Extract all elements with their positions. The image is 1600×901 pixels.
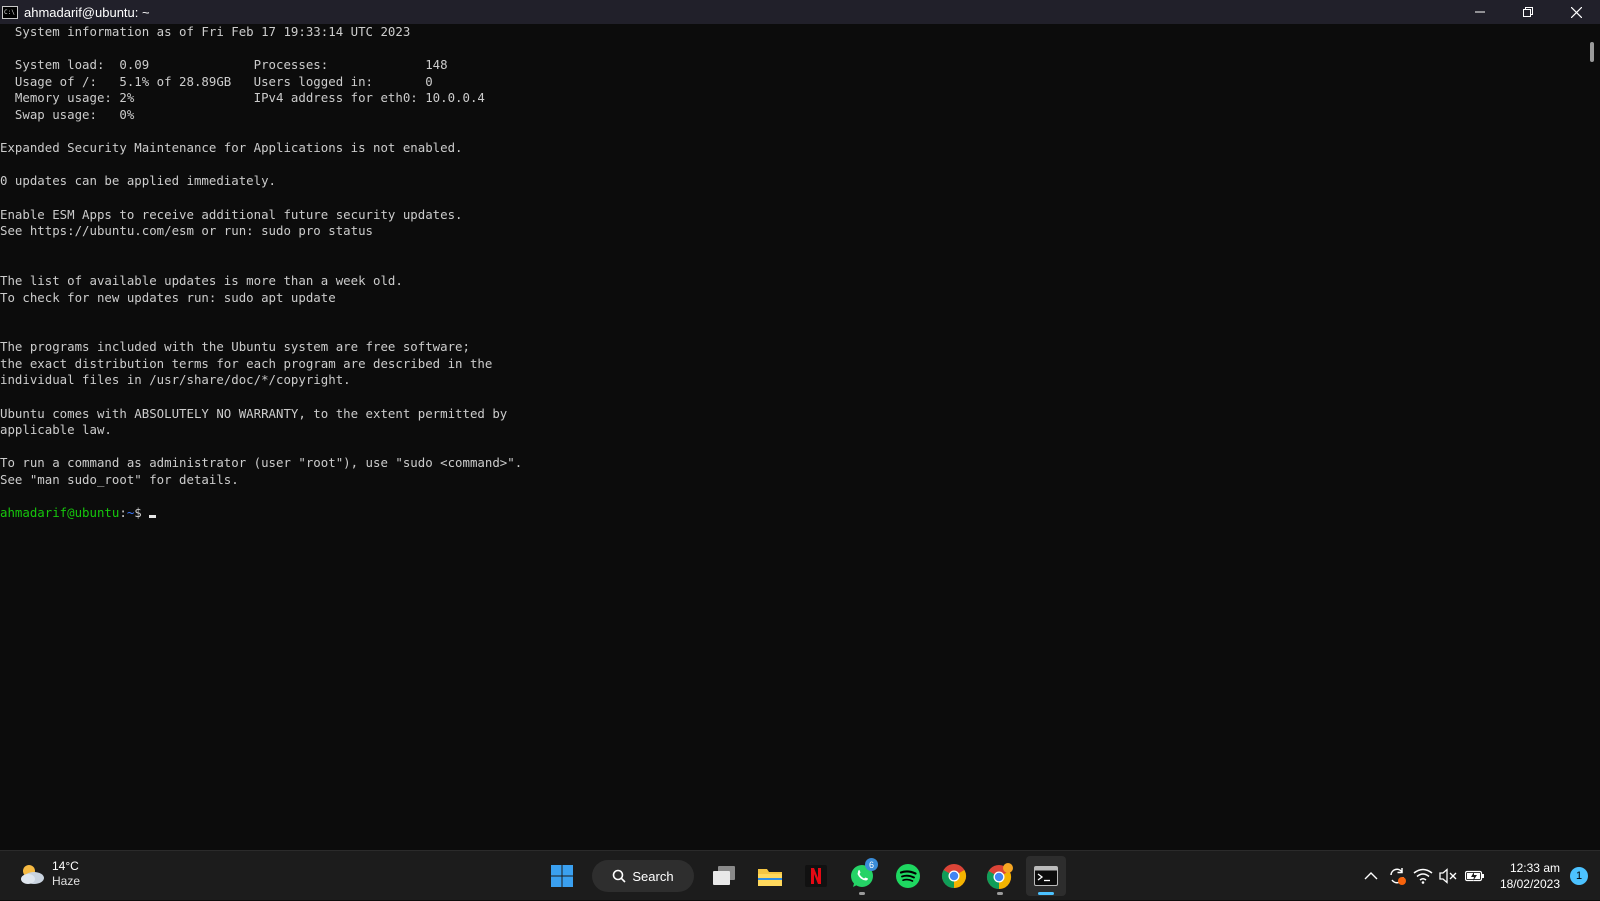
- text-cursor: [149, 515, 157, 519]
- chrome-icon: [941, 864, 967, 888]
- terminal-line: To check for new updates run: sudo apt u…: [0, 289, 336, 305]
- terminal-line: individual files in /usr/share/doc/*/cop…: [0, 372, 351, 388]
- task-view-icon: [713, 866, 735, 885]
- prompt-symbol: $: [134, 505, 150, 521]
- show-hidden-icons-button[interactable]: [1359, 864, 1383, 888]
- restore-icon: [1523, 7, 1533, 17]
- chevron-up-icon: [1364, 872, 1378, 880]
- terminal-line: Expanded Security Maintenance for Applic…: [0, 140, 463, 156]
- terminal-line: System load: 0.09 Processes: 148: [0, 57, 448, 73]
- battery-charging-icon: [1464, 870, 1484, 882]
- whatsapp-badge: 6: [865, 858, 878, 871]
- task-view-button[interactable]: [704, 856, 744, 896]
- scrollbar-thumb[interactable]: [1590, 42, 1594, 62]
- terminal-app-icon: C:\: [2, 5, 18, 19]
- terminal-output[interactable]: System information as of Fri Feb 17 19:3…: [0, 24, 1580, 850]
- netflix-icon: [805, 865, 827, 887]
- terminal-line: To run a command as administrator (user …: [0, 455, 523, 471]
- search-label: Search: [632, 868, 674, 884]
- taskbar: 14°C Haze Search 6 12:33 am 18/02/2023 1: [0, 850, 1600, 900]
- taskbar-search-button[interactable]: Search: [592, 860, 694, 892]
- taskbar-apps: Search 6: [542, 856, 1072, 896]
- spotify-button[interactable]: [888, 856, 928, 896]
- terminal-line: Enable ESM Apps to receive additional fu…: [0, 206, 463, 222]
- weather-widget[interactable]: 14°C Haze: [18, 859, 80, 889]
- prompt-user-host: ahmadarif@ubuntu: [0, 505, 120, 521]
- notification-badge[interactable]: 1: [1570, 867, 1588, 885]
- battery-button[interactable]: [1463, 864, 1487, 888]
- terminal-line: Ubuntu comes with ABSOLUTELY NO WARRANTY…: [0, 405, 508, 421]
- system-tray: 12:33 am 18/02/2023 1: [1358, 851, 1600, 901]
- clock[interactable]: 12:33 am 18/02/2023: [1500, 860, 1560, 892]
- weather-temperature: 14°C: [52, 859, 79, 873]
- minimize-button[interactable]: [1456, 0, 1504, 24]
- terminal-icon: [1034, 866, 1058, 886]
- chrome-profile-running-indicator: [997, 892, 1003, 895]
- close-icon: [1570, 6, 1582, 18]
- terminal-line: 0 updates can be applied immediately.: [0, 173, 277, 189]
- terminal-line: See "man sudo_root" for details.: [0, 472, 239, 488]
- wifi-button[interactable]: [1411, 864, 1435, 888]
- wifi-icon: [1413, 868, 1433, 884]
- terminal-line: System information as of Fri Feb 17 19:3…: [0, 24, 411, 39]
- restore-button[interactable]: [1504, 0, 1552, 24]
- clock-time: 12:33 am: [1509, 861, 1560, 875]
- whatsapp-running-indicator: [859, 892, 865, 895]
- spotify-icon: [896, 864, 920, 888]
- windows-logo-icon: [551, 865, 573, 887]
- start-button[interactable]: [542, 856, 582, 896]
- chrome-profile-button[interactable]: [980, 856, 1020, 896]
- minimize-icon: [1475, 11, 1485, 13]
- file-explorer-button[interactable]: [750, 856, 790, 896]
- close-button[interactable]: [1552, 0, 1600, 24]
- weather-description: Haze: [52, 874, 81, 888]
- search-icon: [613, 869, 626, 883]
- sync-status-button[interactable]: [1385, 864, 1409, 888]
- volume-button[interactable]: [1437, 864, 1461, 888]
- window-title: ahmadarif@ubuntu: ~: [24, 4, 150, 20]
- chrome-profile-icon: [986, 863, 1013, 889]
- weather-haze-icon: [21, 865, 44, 884]
- folder-icon: [758, 869, 782, 886]
- window-controls: [1456, 0, 1600, 24]
- terminal-line: applicable law.: [0, 422, 112, 438]
- terminal-line: See https://ubuntu.com/esm or run: sudo …: [0, 223, 373, 239]
- prompt-separator: :: [119, 505, 127, 521]
- volume-muted-icon: [1439, 868, 1457, 884]
- whatsapp-button[interactable]: 6: [842, 856, 882, 896]
- title-bar[interactable]: C:\ ahmadarif@ubuntu: ~: [0, 0, 1600, 24]
- netflix-button[interactable]: [796, 856, 836, 896]
- terminal-line: Memory usage: 2% IPv4 address for eth0: …: [0, 90, 485, 106]
- terminal-line: Usage of /: 5.1% of 28.89GB Users logged…: [0, 73, 433, 89]
- terminal-line: the exact distribution terms for each pr…: [0, 355, 493, 371]
- terminal-line: The programs included with the Ubuntu sy…: [0, 339, 470, 355]
- terminal-window[interactable]: C:\ ahmadarif@ubuntu: ~ System informati…: [0, 0, 1600, 850]
- terminal-line: The list of available updates is more th…: [0, 272, 403, 288]
- sync-alert-icon: [1390, 868, 1406, 885]
- chrome-button[interactable]: [934, 856, 974, 896]
- terminal-line: Swap usage: 0%: [0, 106, 135, 122]
- clock-date: 18/02/2023: [1499, 877, 1560, 891]
- terminal-running-indicator: [1038, 892, 1054, 895]
- terminal-taskbar-button[interactable]: [1026, 856, 1066, 896]
- terminal-prompt[interactable]: ahmadarif@ubuntu:~$: [0, 505, 1580, 522]
